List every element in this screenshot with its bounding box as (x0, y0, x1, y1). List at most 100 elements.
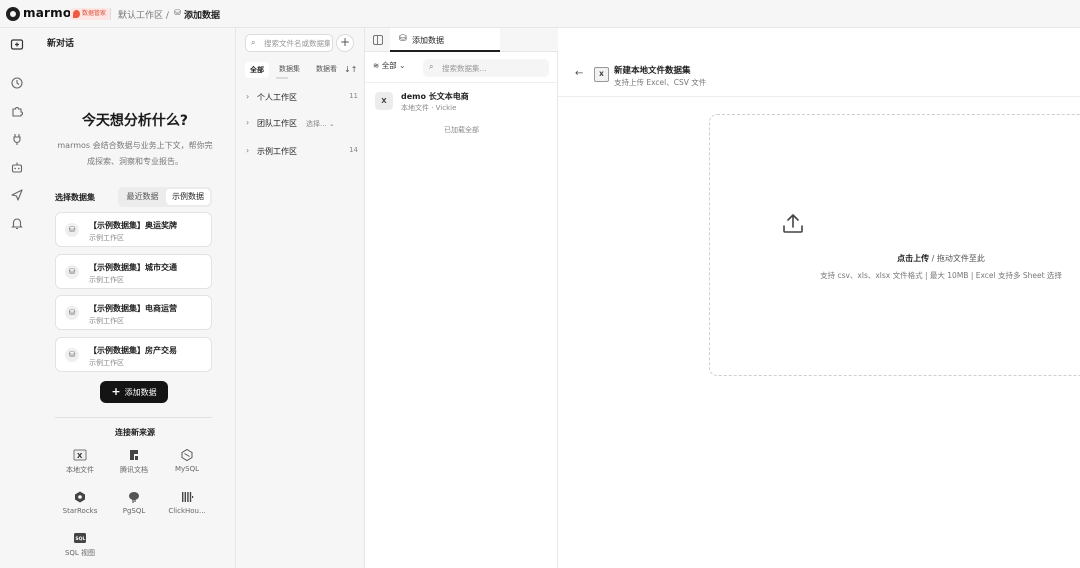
plus-icon: + (111, 385, 121, 398)
tree-row-count: 14 (349, 146, 358, 154)
source-label: StarRocks (62, 507, 98, 515)
source-label: 本地文件 (66, 466, 94, 474)
tab-add-data[interactable]: ⛁ 添加数据 (390, 28, 500, 52)
excel-file-icon: X (375, 92, 393, 110)
plug-icon[interactable] (10, 132, 24, 146)
dataset-name: 【示例数据集】电商运营 (89, 304, 177, 313)
upload-icon (781, 212, 805, 236)
upload-click-link[interactable]: 点击上传 (897, 254, 929, 263)
postgresql-icon (127, 490, 141, 504)
puzzle-icon[interactable] (10, 104, 24, 118)
search-icon: ⌕ (429, 62, 434, 71)
dataset-name: 【示例数据集】城市交通 (89, 263, 177, 272)
dataset-workspace: 示例工作区 (89, 276, 124, 284)
excel-file-icon: X (73, 448, 87, 462)
filter-tab-dashboards[interactable]: 数据看板 (316, 64, 337, 74)
list-filter-value: 全部 (381, 61, 397, 70)
dataset-card[interactable]: ⛁ 【示例数据集】城市交通 示例工作区 (55, 254, 212, 289)
divider (365, 82, 558, 83)
tree-search-input[interactable] (264, 37, 330, 49)
source-label: ClickHou... (168, 507, 206, 515)
breadcrumb-current: 添加数据 (184, 11, 221, 21)
tab-sample-data[interactable]: 示例数据 (166, 189, 210, 205)
tree-row-team[interactable]: › 团队工作区 选择... ⌄ (246, 117, 361, 131)
file-name[interactable]: demo 长文本电商 (401, 91, 469, 102)
hero-subtext: marmos 会结合数据与业务上下文，帮你完成探索、洞察和专业报告。 (57, 141, 213, 166)
marmos-logo-icon (6, 7, 20, 21)
dataset-name: 【示例数据集】奥运奖牌 (89, 221, 177, 230)
upload-hint: 支持 csv、xls、xlsx 文件格式 | 最大 10MB | Excel 支… (820, 271, 1062, 280)
tencent-docs-icon (127, 448, 141, 462)
database-icon: ⛁ (65, 223, 79, 237)
dataset-card[interactable]: ⛁ 【示例数据集】电商运营 示例工作区 (55, 295, 212, 330)
chevron-right-icon: › (246, 118, 250, 127)
chevron-down-icon: ⌄ (328, 120, 335, 128)
history-icon[interactable] (10, 76, 24, 90)
workspace-tree-panel: ⌕ + 全部 数据集 数据看板 ↓↑ › 个人工作区 11 › 团队工作区 选择… (236, 28, 365, 568)
tab-strip: ⛁ 添加数据 (365, 28, 558, 52)
page-subtitle: 支持上传 Excel、CSV 文件 (614, 78, 707, 87)
dataset-list-panel: ⛁ 添加数据 ≋ 全部 ⌄ ⌕ X demo 长文本电商 本地文件 · Vick… (365, 28, 558, 568)
tab-recent-data[interactable]: 最近数据 (120, 187, 165, 207)
team-select-value: 选择... (306, 120, 327, 128)
hero-heading: 今天想分析什么? (81, 113, 189, 129)
file-meta: 本地文件 · Vickie (401, 104, 457, 112)
dataset-workspace: 示例工作区 (89, 234, 124, 242)
chat-title: 新对话 (47, 39, 75, 49)
bot-icon[interactable] (10, 160, 24, 174)
new-chat-icon[interactable] (10, 38, 24, 52)
left-rail (0, 28, 34, 568)
sort-icon[interactable]: ↓↑ (344, 65, 357, 74)
clickhouse-icon (180, 490, 194, 504)
dataset-workspace: 示例工作区 (89, 317, 124, 325)
source-label: SQL 视图 (64, 549, 96, 557)
add-data-button[interactable]: + 添加数据 (100, 381, 168, 403)
tree-row-label: 示例工作区 (257, 147, 297, 156)
dataset-name: 【示例数据集】房产交易 (89, 346, 177, 355)
brand-badge: 数据管家 (70, 8, 111, 20)
dataset-card[interactable]: ⛁ 【示例数据集】奥运奖牌 示例工作区 (55, 212, 212, 247)
chevron-right-icon: › (246, 146, 250, 155)
source-label: PgSQL (122, 507, 146, 515)
starrocks-icon (73, 490, 87, 504)
source-label: MySQL (174, 465, 200, 473)
list-search[interactable]: ⌕ (423, 59, 549, 77)
send-icon[interactable] (10, 188, 24, 202)
tree-row-count: 11 (349, 92, 358, 100)
upload-drag-text: / 拖动文件至此 (929, 254, 985, 263)
upload-instruction: 点击上传 / 拖动文件至此 (558, 253, 1080, 264)
chat-panel: 新对话 今天想分析什么? marmos 会结合数据与业务上下文，帮你完成探索、洞… (34, 28, 236, 568)
divider (558, 96, 1080, 97)
list-search-input[interactable] (442, 62, 542, 74)
team-select[interactable]: 选择... ⌄ (306, 119, 335, 129)
tree-row-personal[interactable]: › 个人工作区 11 (246, 91, 361, 105)
tree-search[interactable]: ⌕ (245, 34, 333, 52)
tree-row-label: 个人工作区 (257, 93, 297, 102)
tree-row-label: 团队工作区 (257, 119, 297, 128)
database-icon: ⛁ (174, 8, 181, 17)
page-title: 新建本地文件数据集 (614, 66, 691, 76)
tab-scroll-indicator (276, 77, 288, 79)
layers-icon: ≋ (373, 61, 380, 70)
filter-tab-datasets[interactable]: 数据集 (279, 64, 300, 74)
divider (55, 417, 212, 418)
source-label: 腾讯文档 (120, 466, 148, 474)
breadcrumb-workspace[interactable]: 默认工作区 / (118, 8, 169, 21)
filter-tab-all[interactable]: 全部 (245, 62, 269, 78)
search-icon: ⌕ (251, 38, 256, 47)
add-workspace-button[interactable]: + (336, 34, 354, 52)
main-panel: ← X 新建本地文件数据集 支持上传 Excel、CSV 文件 点击上传 / 拖… (558, 28, 1080, 568)
add-data-label: 添加数据 (124, 388, 157, 397)
back-arrow-icon[interactable]: ← (575, 68, 583, 79)
tree-row-sample[interactable]: › 示例工作区 14 (246, 145, 361, 159)
sidebar-toggle-icon[interactable] (373, 35, 383, 45)
database-icon: ⛁ (65, 306, 79, 320)
list-filter-dropdown[interactable]: ≋ 全部 ⌄ (373, 60, 405, 76)
top-divider (110, 8, 111, 20)
chevron-right-icon: › (246, 92, 250, 101)
dataset-card[interactable]: ⛁ 【示例数据集】房产交易 示例工作区 (55, 337, 212, 372)
bell-icon[interactable] (10, 216, 24, 230)
upload-dropzone[interactable] (709, 114, 1080, 376)
loaded-all-text: 已加载全部 (444, 126, 479, 134)
mysql-icon (180, 448, 194, 462)
